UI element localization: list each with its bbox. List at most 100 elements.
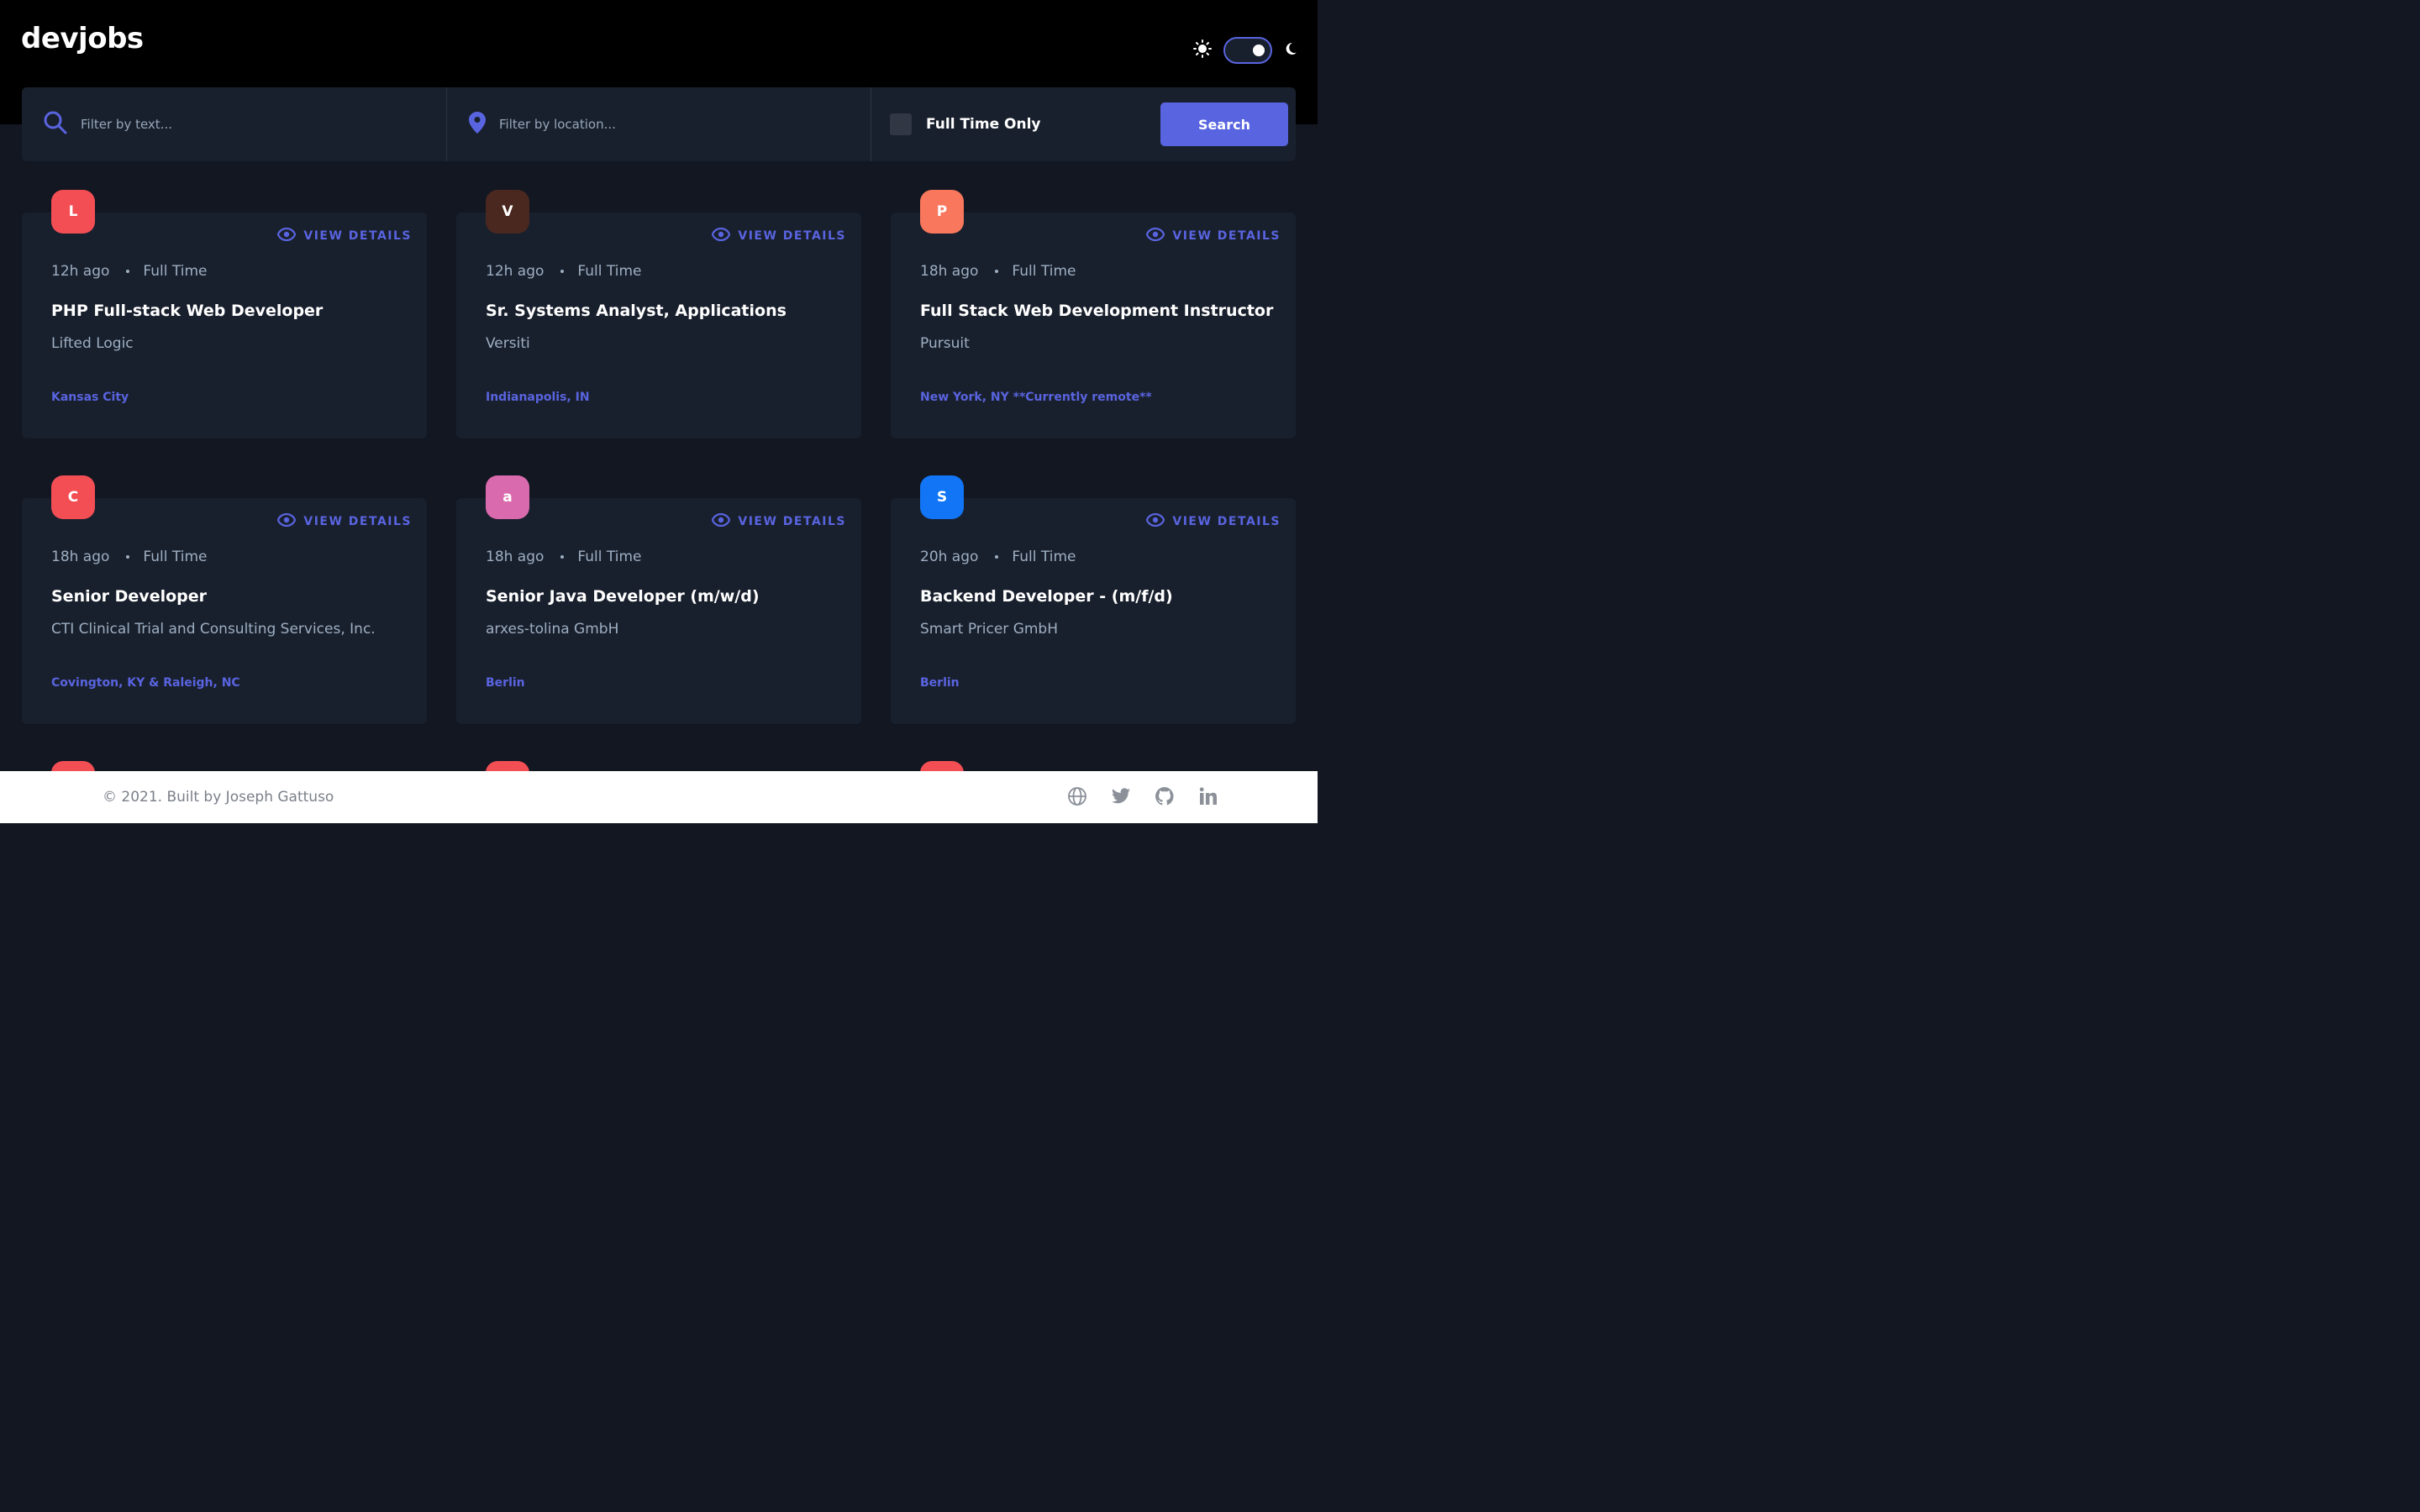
- company-name: Smart Pricer GmbH: [920, 621, 1058, 638]
- job-card-body: VIEW DETAILS 12h ago Full Time PHP Full-…: [22, 213, 427, 438]
- view-details-label: VIEW DETAILS: [738, 515, 846, 528]
- contract-type: Full Time: [143, 549, 208, 565]
- posted-time: 18h ago: [920, 263, 979, 280]
- view-details-link[interactable]: VIEW DETAILS: [712, 227, 846, 244]
- job-card-body: VIEW DETAILS 18h ago Full Time Full Stac…: [891, 213, 1296, 438]
- job-card[interactable]: C VIEW DETAILS 18h ago Full Time Senior …: [22, 475, 427, 724]
- view-details-link[interactable]: VIEW DETAILS: [277, 227, 412, 244]
- text-filter: [22, 87, 447, 161]
- job-card[interactable]: V VIEW DETAILS 12h ago Full Time Sr. Sys…: [456, 190, 861, 438]
- job-location: Berlin: [486, 676, 525, 690]
- text-filter-input[interactable]: [81, 117, 400, 132]
- company-logo: a: [486, 475, 529, 519]
- contract-type: Full Time: [1012, 263, 1076, 280]
- company-logo: S: [920, 475, 964, 519]
- posted-time: 20h ago: [920, 549, 979, 565]
- theme-switcher: [1193, 36, 1297, 65]
- job-location: Kansas City: [51, 391, 129, 404]
- eye-icon: [277, 227, 297, 244]
- job-card[interactable]: P VIEW DETAILS 18h ago Full Time Full St…: [891, 190, 1296, 438]
- company-name: Lifted Logic: [51, 335, 134, 352]
- job-location: Berlin: [920, 676, 960, 690]
- app-logo[interactable]: devjobs: [21, 22, 144, 55]
- job-meta: 12h ago Full Time: [486, 263, 642, 280]
- job-title[interactable]: Senior Java Developer (m/w/d): [486, 587, 847, 606]
- job-meta: 20h ago Full Time: [920, 549, 1076, 565]
- meta-separator: [560, 270, 565, 273]
- location-filter: [447, 87, 871, 161]
- job-title[interactable]: Full Stack Web Development Instructor: [920, 302, 1281, 320]
- job-card-body: VIEW DETAILS 20h ago Full Time Backend D…: [891, 498, 1296, 724]
- contract-type: Full Time: [577, 549, 642, 565]
- github-icon[interactable]: [1155, 786, 1175, 806]
- meta-separator: [995, 270, 999, 273]
- job-card[interactable]: L VIEW DETAILS 12h ago Full Time PHP Ful…: [22, 190, 427, 438]
- job-title[interactable]: PHP Full-stack Web Developer: [51, 302, 413, 320]
- job-card-body: VIEW DETAILS 18h ago Full Time Senior Ja…: [456, 498, 861, 724]
- company-name: arxes-tolina GmbH: [486, 621, 619, 638]
- job-location: Indianapolis, IN: [486, 391, 590, 404]
- theme-toggle[interactable]: [1223, 37, 1272, 64]
- search-button[interactable]: Search: [1160, 102, 1288, 146]
- view-details-label: VIEW DETAILS: [738, 229, 846, 243]
- toggle-knob: [1253, 45, 1265, 56]
- meta-separator: [995, 555, 999, 559]
- job-card[interactable]: S VIEW DETAILS 20h ago Full Time Backend…: [891, 475, 1296, 724]
- full-time-checkbox[interactable]: [890, 113, 912, 135]
- job-meta: 18h ago Full Time: [920, 263, 1076, 280]
- full-time-label[interactable]: Full Time Only: [926, 116, 1041, 133]
- meta-separator: [560, 555, 565, 559]
- meta-separator: [126, 555, 130, 559]
- filter-bar: Full Time Only Search: [22, 87, 1296, 161]
- job-list: L VIEW DETAILS 12h ago Full Time PHP Ful…: [22, 190, 1296, 724]
- twitter-icon[interactable]: [1111, 786, 1131, 806]
- contract-type: Full Time: [143, 263, 208, 280]
- view-details-label: VIEW DETAILS: [303, 229, 412, 243]
- view-details-label: VIEW DETAILS: [1172, 229, 1281, 243]
- job-card-body: VIEW DETAILS 18h ago Full Time Senior De…: [22, 498, 427, 724]
- view-details-label: VIEW DETAILS: [1172, 515, 1281, 528]
- company-logo: L: [51, 190, 95, 234]
- sun-icon: [1193, 39, 1212, 61]
- posted-time: 12h ago: [51, 263, 110, 280]
- job-location: New York, NY **Currently remote**: [920, 391, 1152, 404]
- linkedin-icon[interactable]: [1198, 786, 1218, 806]
- job-title[interactable]: Senior Developer: [51, 587, 413, 606]
- company-logo: V: [486, 190, 529, 234]
- footer: © 2021. Built by Joseph Gattuso: [0, 771, 1318, 823]
- view-details-link[interactable]: VIEW DETAILS: [1146, 512, 1281, 530]
- moon-icon: [1284, 42, 1297, 59]
- job-card-body: VIEW DETAILS 12h ago Full Time Sr. Syste…: [456, 213, 861, 438]
- eye-icon: [1146, 227, 1165, 244]
- view-details-link[interactable]: VIEW DETAILS: [1146, 227, 1281, 244]
- posted-time: 18h ago: [51, 549, 110, 565]
- eye-icon: [712, 512, 731, 530]
- job-meta: 18h ago Full Time: [51, 549, 208, 565]
- view-details-link[interactable]: VIEW DETAILS: [712, 512, 846, 530]
- search-icon: [44, 111, 67, 138]
- contract-type: Full Time: [1012, 549, 1076, 565]
- job-title[interactable]: Backend Developer - (m/f/d): [920, 587, 1281, 606]
- job-title[interactable]: Sr. Systems Analyst, Applications: [486, 302, 847, 320]
- job-meta: 12h ago Full Time: [51, 263, 208, 280]
- options-filter: Full Time Only Search: [871, 87, 1296, 161]
- job-card[interactable]: a VIEW DETAILS 18h ago Full Time Senior …: [456, 475, 861, 724]
- company-name: Pursuit: [920, 335, 970, 352]
- job-meta: 18h ago Full Time: [486, 549, 642, 565]
- view-details-label: VIEW DETAILS: [303, 515, 412, 528]
- eye-icon: [712, 227, 731, 244]
- company-logo: C: [51, 475, 95, 519]
- view-details-link[interactable]: VIEW DETAILS: [277, 512, 412, 530]
- meta-separator: [126, 270, 130, 273]
- eye-icon: [1146, 512, 1165, 530]
- posted-time: 18h ago: [486, 549, 544, 565]
- company-name: CTI Clinical Trial and Consulting Servic…: [51, 621, 376, 638]
- footer-links: [1067, 786, 1218, 806]
- eye-icon: [277, 512, 297, 530]
- contract-type: Full Time: [577, 263, 642, 280]
- posted-time: 12h ago: [486, 263, 544, 280]
- globe-icon[interactable]: [1067, 786, 1087, 806]
- location-filter-input[interactable]: [499, 117, 818, 132]
- company-logo: P: [920, 190, 964, 234]
- job-location: Covington, KY & Raleigh, NC: [51, 676, 240, 690]
